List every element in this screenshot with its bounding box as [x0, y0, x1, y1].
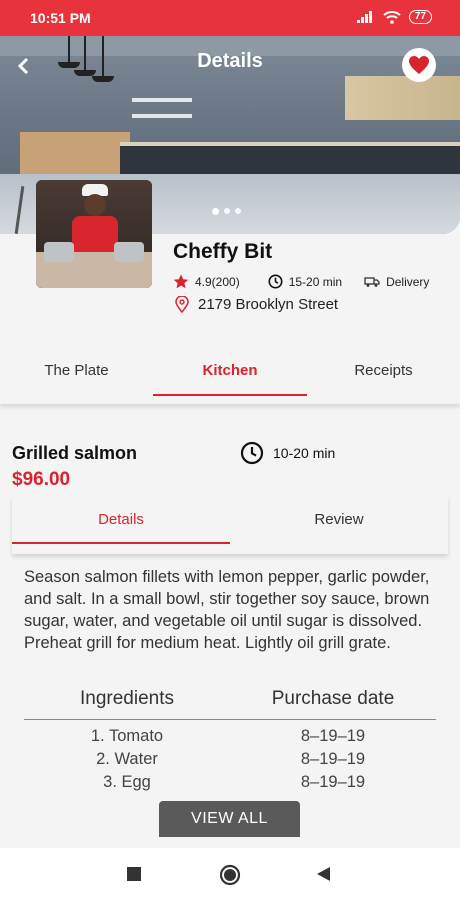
- square-icon: [127, 867, 141, 881]
- table-row: 1. Tomato 8–19–19: [24, 725, 436, 748]
- view-all-button[interactable]: VIEW ALL: [159, 801, 300, 837]
- restaurant-address[interactable]: 2179 Brooklyn Street: [175, 296, 338, 313]
- column-header-ingredients: Ingredients: [79, 688, 174, 709]
- signal-icon: [356, 11, 372, 23]
- ingredient-name: 2. Water: [96, 750, 158, 768]
- dish-description: Season salmon fillets with lemon pepper,…: [24, 568, 430, 652]
- back-nav-button[interactable]: [316, 867, 330, 886]
- purchase-date: 8–19–19: [300, 727, 366, 745]
- truck-icon: [364, 276, 380, 287]
- subtab-details[interactable]: Details: [12, 496, 230, 544]
- favorite-button[interactable]: [402, 48, 436, 82]
- tab-the-plate[interactable]: The Plate: [0, 344, 153, 400]
- purchase-date: 8–19–19: [300, 750, 366, 768]
- carousel-dots[interactable]: [212, 208, 241, 215]
- system-nav-bar: [0, 848, 460, 900]
- service-group: Delivery: [364, 275, 429, 289]
- time-group: 15-20 min: [268, 274, 342, 289]
- star-icon: [173, 274, 189, 289]
- tab-kitchen[interactable]: Kitchen: [153, 344, 307, 400]
- triangle-back-icon: [317, 867, 330, 881]
- tab-receipts[interactable]: Receipts: [307, 344, 460, 400]
- dish-subtabs: Details Review: [12, 496, 448, 554]
- clock-icon: [268, 274, 283, 289]
- carousel-dot[interactable]: [235, 208, 241, 214]
- clock-icon: [240, 441, 264, 465]
- home-button[interactable]: [219, 864, 241, 891]
- table-row: 3. Egg 8–19–19: [24, 771, 436, 794]
- carousel-dot[interactable]: [212, 208, 219, 215]
- delivery-time: 15-20 min: [288, 274, 343, 289]
- column-header-purchase-date: Purchase date: [271, 688, 395, 709]
- address-text: 2179 Brooklyn Street: [198, 296, 339, 313]
- dish-price: $96.00: [12, 469, 71, 490]
- location-pin-icon: [175, 296, 189, 313]
- dish-name: Grilled salmon: [12, 443, 138, 463]
- status-time: 10:51 PM: [30, 10, 91, 26]
- ingredients-table: Ingredients Purchase date 1. Tomato 8–19…: [24, 688, 436, 794]
- active-subtab-indicator: [12, 542, 230, 544]
- recents-button[interactable]: [127, 867, 141, 886]
- purchase-date: 8–19–19: [300, 773, 366, 791]
- service-type: Delivery: [386, 274, 430, 289]
- wifi-icon: [383, 11, 401, 24]
- dish-time-text: 10-20 min: [273, 445, 336, 461]
- restaurant-meta: 4.9(200) 15-20 min Delivery: [173, 274, 443, 289]
- page-title: Details: [197, 50, 263, 72]
- battery-indicator: 77: [408, 10, 432, 24]
- status-icons: 77: [356, 10, 432, 24]
- dish-time: 10-20 min: [240, 441, 335, 465]
- status-bar: 10:51 PM 77: [0, 0, 460, 36]
- ingredient-name: 3. Egg: [103, 773, 151, 791]
- table-row: 2. Water 8–19–19: [24, 748, 436, 771]
- chef-photo: [36, 180, 152, 288]
- active-tab-indicator: [153, 394, 307, 396]
- ingredient-name: 1. Tomato: [90, 727, 164, 745]
- ingredients-header: Ingredients Purchase date: [24, 688, 436, 720]
- rating-group: 4.9(200): [173, 274, 240, 289]
- rating-text: 4.9(200): [195, 274, 240, 289]
- restaurant-name: Cheffy Bit: [173, 240, 273, 263]
- main-tabs: The Plate Kitchen Receipts: [0, 344, 460, 404]
- heart-icon: [409, 56, 429, 74]
- carousel-dot[interactable]: [224, 208, 230, 214]
- circle-icon: [219, 864, 241, 886]
- subtab-review[interactable]: Review: [230, 496, 448, 544]
